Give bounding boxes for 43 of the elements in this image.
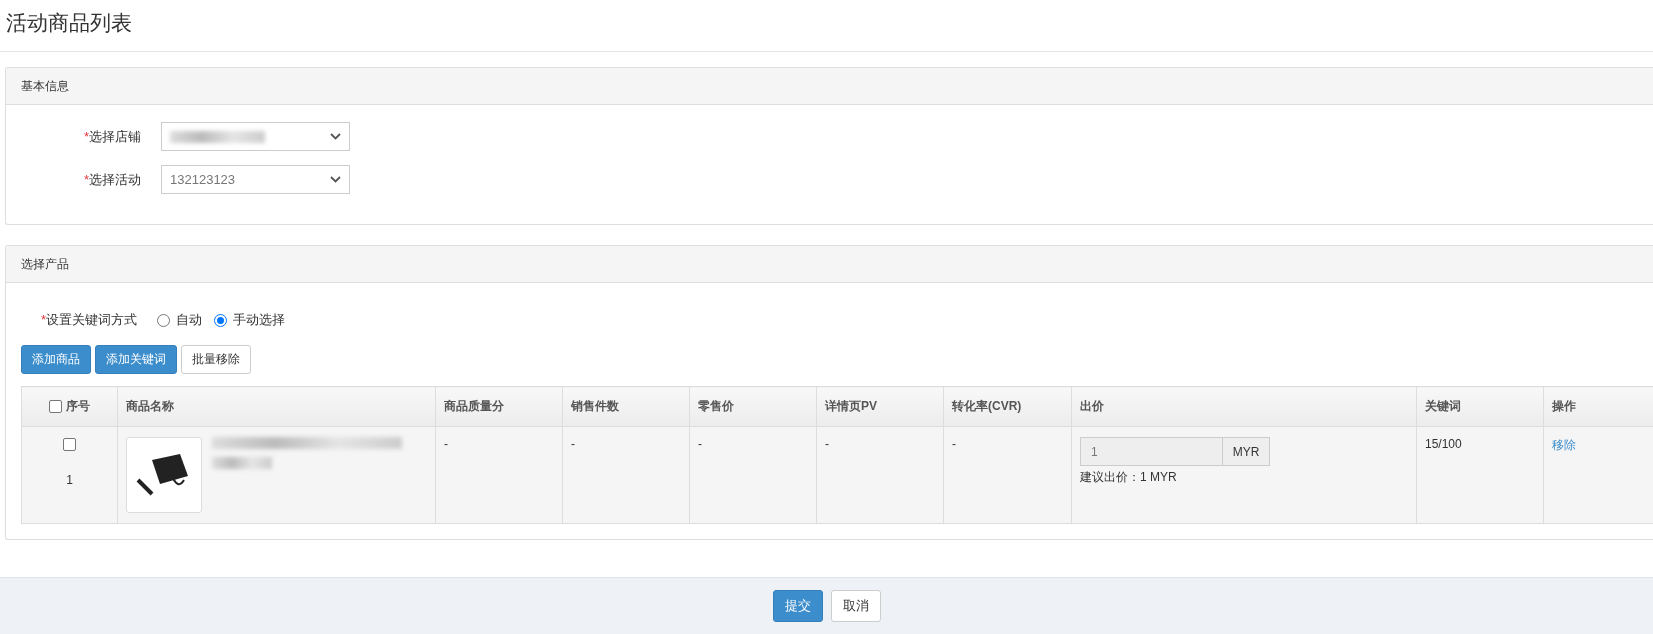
table-cell: -: [825, 437, 829, 451]
footer-button[interactable]: 提交: [772, 590, 823, 622]
column-header: 销售件数: [571, 399, 619, 413]
column-header: 序号: [65, 399, 90, 413]
footer-button[interactable]: 取消: [830, 590, 881, 622]
toolbar-button[interactable]: 添加商品: [21, 345, 91, 374]
column-header: 转化率(CVR): [952, 399, 1022, 413]
column-header: 详情页PV: [825, 399, 877, 413]
table-cell: -: [444, 437, 448, 451]
toolbar-button[interactable]: 批量移除: [181, 345, 251, 374]
chevron-down-icon: [330, 133, 341, 140]
radio-option[interactable]: 手动选择: [214, 311, 285, 329]
required-mark: *: [40, 312, 46, 327]
column-header: 关键词: [1425, 399, 1461, 413]
blurred-text: [212, 457, 272, 469]
table-cell: 15/100: [1425, 437, 1462, 451]
panel-header: 基本信息: [6, 68, 1653, 105]
select-field[interactable]: 132123123: [161, 165, 350, 194]
row-checkbox[interactable]: [63, 438, 76, 452]
bid-input[interactable]: 1 MYR: [1080, 437, 1270, 466]
column-header: 出价: [1080, 399, 1104, 413]
required-mark: *: [83, 171, 89, 187]
table-cell: -: [698, 437, 702, 451]
column-header: 商品名称: [126, 399, 174, 413]
chevron-down-icon: [330, 176, 341, 183]
radio-option[interactable]: 自动: [157, 311, 202, 329]
select-field[interactable]: [161, 122, 350, 151]
column-header: 零售价: [698, 399, 734, 413]
panel-header: 选择产品: [6, 246, 1653, 283]
column-header: 操作: [1552, 399, 1576, 413]
table-cell: -: [952, 437, 956, 451]
select-all-checkbox[interactable]: [49, 400, 63, 414]
field-label: 选择活动: [89, 171, 141, 187]
table-cell: -: [571, 437, 575, 451]
page-title: 活动商品列表: [0, 0, 1653, 52]
field-label: 选择店铺: [89, 128, 141, 144]
toolbar-button[interactable]: 添加关键词: [95, 345, 177, 374]
column-header: 商品质量分: [444, 399, 504, 413]
row-index: 1: [66, 473, 73, 488]
required-mark: *: [83, 128, 89, 144]
remove-link[interactable]: 移除: [1552, 438, 1576, 452]
field-label: 设置关键词方式: [46, 312, 137, 327]
bid-hint: 建议出价：1 MYR: [1080, 470, 1177, 484]
